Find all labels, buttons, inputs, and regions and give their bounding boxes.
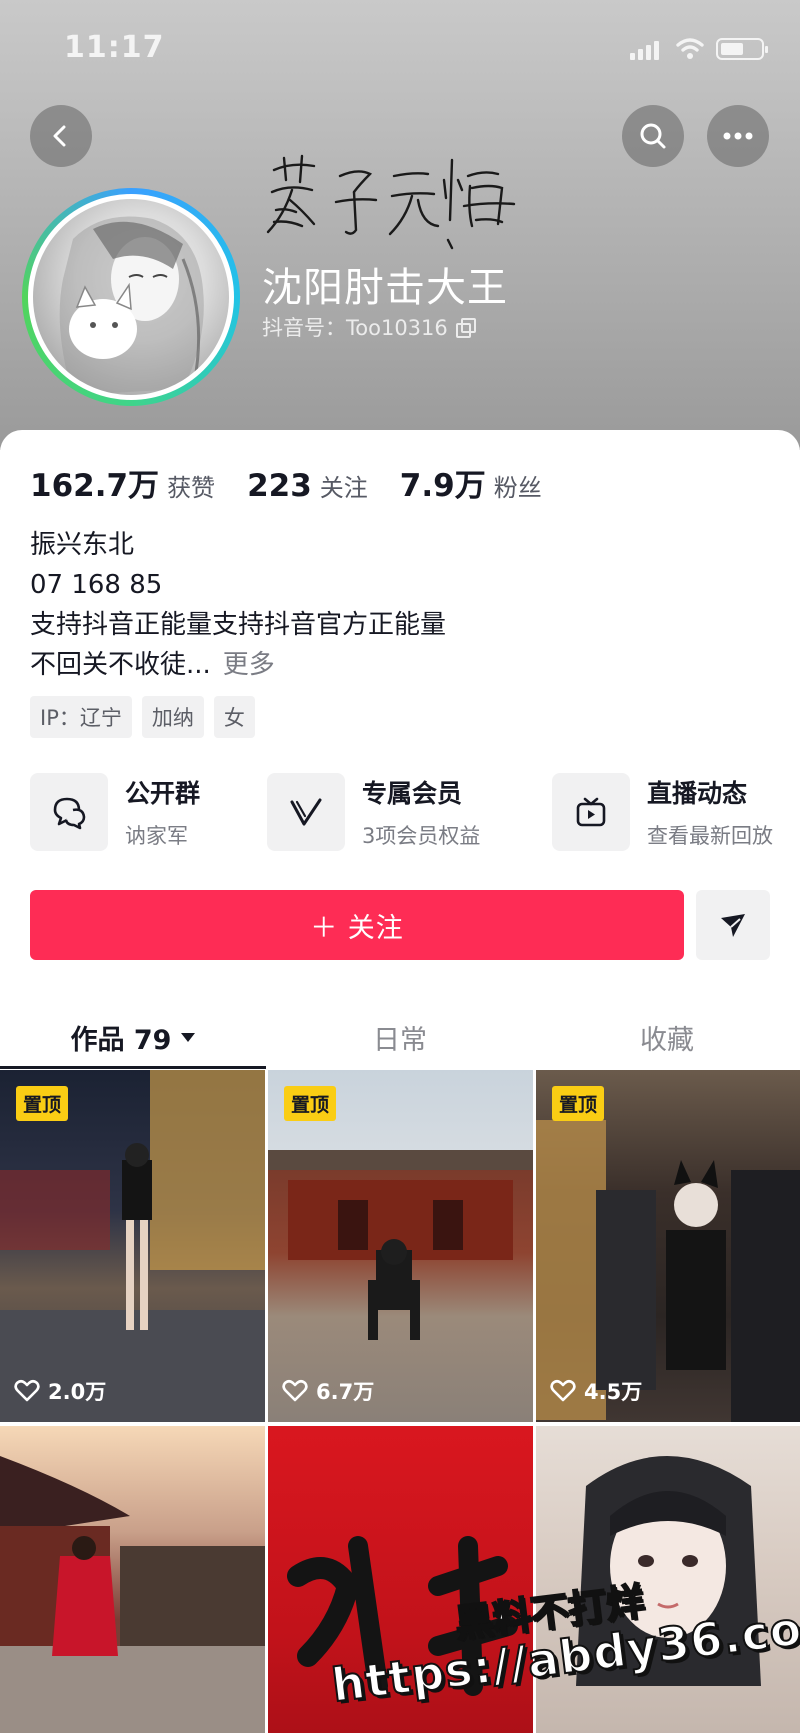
stat-number: 7.9万 (399, 468, 486, 504)
video-thumbnail[interactable] (0, 1426, 265, 1733)
tab-label: 日常 (373, 1024, 427, 1056)
content-tabs: 作品 79 日常 收藏 (0, 1002, 800, 1072)
vip-icon (290, 798, 322, 826)
profile-nickname: 沈阳肘击大王 (262, 265, 508, 311)
status-time: 11:17 (64, 30, 165, 65)
thumbnail-scene (536, 1120, 800, 1422)
feature-title: 公开群 (125, 779, 201, 808)
stat-number: 223 (247, 468, 312, 504)
tab-favorites[interactable]: 收藏 (534, 1002, 800, 1072)
search-button[interactable] (622, 105, 684, 167)
douyin-id-text: 抖音号：Too10316 (262, 316, 448, 340)
likes-count: 2.0万 (48, 1380, 107, 1404)
heart-icon (14, 1379, 40, 1402)
battery-icon (716, 38, 768, 60)
pinned-badge: 置顶 (552, 1086, 605, 1121)
likes-count: 4.5万 (584, 1380, 643, 1404)
feature-row: 公开群 讷家军 专属会员 3项会员权益 直播动态 查看最新回放 (30, 772, 800, 852)
video-thumbnail[interactable]: 置顶 2.0万 (0, 1070, 265, 1422)
tab-label: 收藏 (640, 1024, 694, 1056)
search-icon (640, 123, 666, 149)
profile-header: 11:17 沈阳肘击大王 抖音号：Too10316 (0, 0, 800, 450)
tag-ip-location: IP：辽宁 (30, 696, 132, 738)
bio-line-last: 不回关不收徒... 更多 (30, 645, 446, 685)
stat-number: 162.7万 (30, 468, 160, 504)
thumbnail-scene (268, 1150, 533, 1340)
thumbnail-scene (0, 1456, 265, 1733)
more-dots-icon (723, 132, 753, 140)
tab-label: 作品 79 (70, 1024, 172, 1056)
tag-school[interactable]: 加纳 (141, 696, 204, 738)
profile-stats: 162.7万 获赞 223 关注 7.9万 粉丝 (30, 460, 574, 505)
tab-works[interactable]: 作品 79 (0, 1002, 266, 1072)
stat-label: 关注 (319, 474, 368, 502)
status-bar: 11:17 (0, 30, 800, 70)
copy-icon[interactable] (455, 318, 476, 338)
video-thumbnail[interactable]: 置顶 4.5万 (536, 1070, 800, 1422)
thumbnail-scene (287, 1536, 518, 1696)
profile-bio: 振兴东北 07 168 85 支持抖音正能量支持抖音官方正能量 不回关不收徒..… (30, 525, 446, 685)
avatar-illustration (59, 216, 204, 395)
active-tab-indicator (0, 1066, 266, 1069)
heart-icon (550, 1379, 576, 1402)
video-likes: 6.7万 (282, 1376, 374, 1406)
bio-more-link[interactable]: 更多 (223, 650, 275, 680)
follow-button[interactable]: ＋ 关注 (30, 890, 684, 960)
video-thumbnail[interactable] (268, 1426, 533, 1733)
bio-line: 振兴东北 (30, 530, 135, 560)
send-icon (721, 914, 745, 937)
bio-line: 07 168 85 (30, 570, 163, 600)
caret-down-icon (181, 1032, 196, 1042)
likes-count: 6.7万 (316, 1380, 375, 1404)
feature-subtitle: 3项会员权益 (362, 824, 481, 848)
bio-line: 支持抖音正能量支持抖音官方正能量 (30, 610, 447, 640)
video-thumbnail[interactable] (536, 1426, 800, 1733)
feature-membership[interactable]: 专属会员 3项会员权益 (267, 772, 480, 852)
cellular-signal-icon (630, 38, 660, 60)
stat-likes[interactable]: 162.7万 获赞 (30, 460, 215, 505)
douyin-id[interactable]: 抖音号：Too10316 (262, 312, 476, 342)
tab-daily[interactable]: 日常 (267, 1002, 533, 1072)
stat-followers[interactable]: 7.9万 粉丝 (400, 460, 542, 505)
video-likes: 4.5万 (550, 1376, 642, 1406)
pinned-badge: 置顶 (16, 1086, 69, 1121)
stat-following[interactable]: 223 关注 (247, 468, 368, 504)
bio-line: 不回关不收徒... (30, 650, 211, 680)
thumbnail-scene (0, 1070, 265, 1422)
feature-public-group[interactable]: 公开群 讷家军 (30, 772, 200, 852)
heart-icon (282, 1379, 308, 1402)
feature-live-updates[interactable]: 直播动态 查看最新回放 (552, 772, 773, 852)
feature-title: 专属会员 (362, 779, 463, 808)
more-options-button[interactable] (707, 105, 769, 167)
live-tv-icon (576, 797, 606, 827)
group-chat-icon (53, 797, 86, 830)
back-button[interactable] (30, 105, 92, 167)
handwritten-signature (266, 154, 516, 250)
wifi-icon (676, 38, 704, 59)
profile-tags: IP：辽宁 加纳 女 (30, 696, 255, 738)
feature-title: 直播动态 (647, 779, 748, 808)
chevron-left-icon (53, 125, 66, 147)
pinned-badge: 置顶 (284, 1086, 337, 1121)
tag-gender: 女 (213, 696, 255, 738)
share-button[interactable] (696, 890, 770, 960)
video-likes: 2.0万 (14, 1376, 106, 1406)
thumbnail-scene (576, 1456, 761, 1686)
stat-label: 获赞 (167, 474, 216, 502)
avatar[interactable] (22, 188, 240, 406)
feature-subtitle: 查看最新回放 (647, 824, 773, 848)
feature-subtitle: 讷家军 (125, 824, 188, 848)
stat-label: 粉丝 (493, 474, 542, 502)
video-thumbnail[interactable]: 置顶 6.7万 (268, 1070, 533, 1422)
